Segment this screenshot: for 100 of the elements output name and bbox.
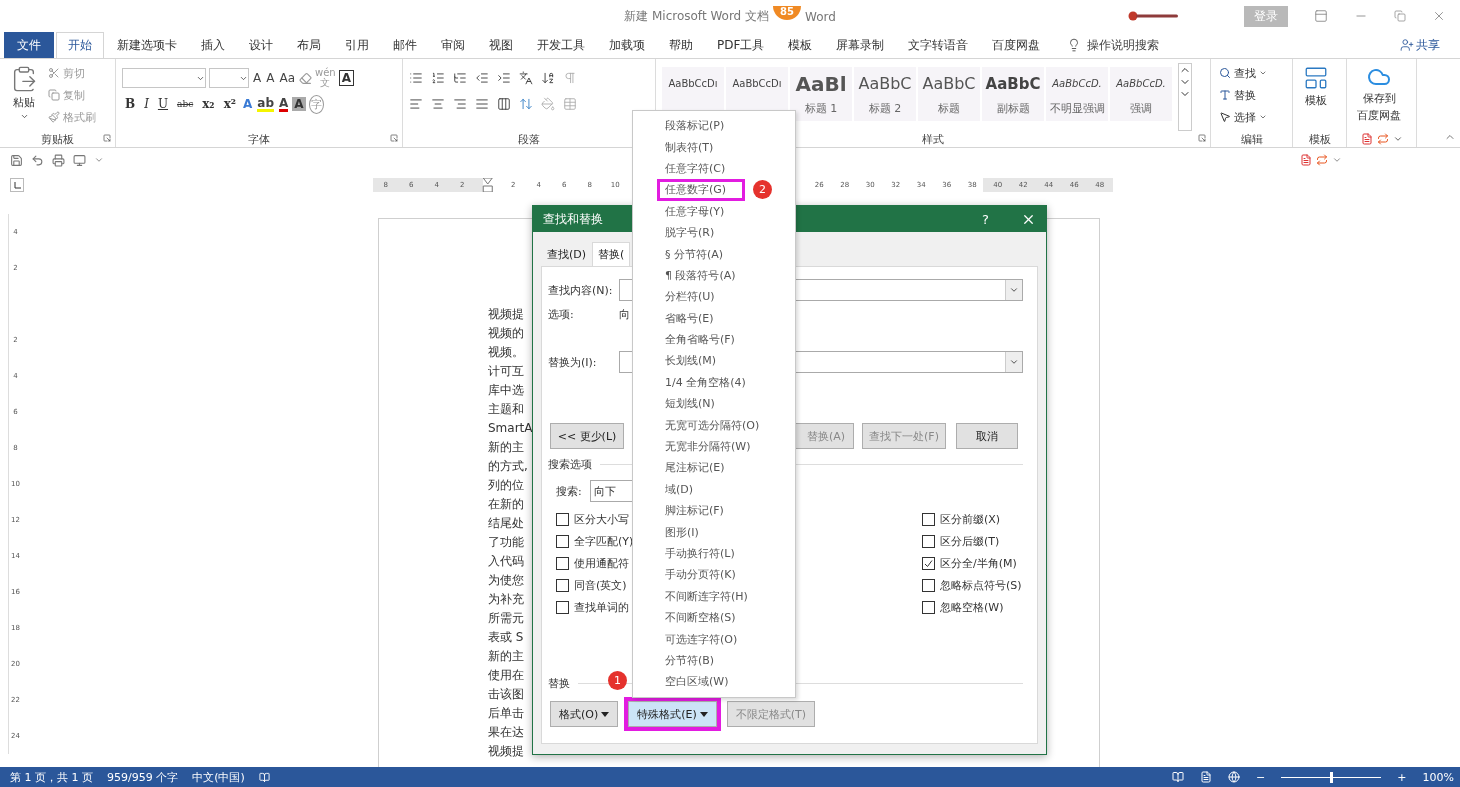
print-layout-icon[interactable] [1200, 771, 1213, 783]
align-center-icon[interactable] [431, 97, 445, 111]
menu-item[interactable]: 制表符(T) [633, 136, 795, 158]
menu-item[interactable]: 分节符(B) [633, 649, 795, 672]
show-marks-icon[interactable] [563, 71, 577, 85]
checkbox[interactable] [922, 512, 935, 526]
style-tile[interactable]: AaBbC 副标题 [982, 67, 1044, 121]
restore-icon[interactable] [1394, 10, 1406, 22]
dialog-tab[interactable]: 替换( [592, 242, 631, 266]
menu-item[interactable]: 手动分页符(K) [633, 564, 795, 586]
caret-icon[interactable] [1332, 155, 1342, 165]
menu-item[interactable]: ¶ 段落符号(A) [633, 264, 795, 287]
menu-item[interactable]: 脚注标记(F) [633, 500, 795, 522]
launcher-icon[interactable] [1198, 134, 1206, 142]
pdf-icon[interactable] [1360, 133, 1373, 145]
menu-item[interactable]: 手动换行符(L) [633, 542, 795, 565]
menu-item[interactable]: 1/4 全角空格(4) [633, 371, 795, 394]
file-tab[interactable]: 文件 [4, 32, 54, 58]
menu-item[interactable]: 不间断空格(S) [633, 607, 795, 629]
share-button[interactable]: 共享 [1394, 32, 1446, 58]
web-layout-icon[interactable] [1228, 771, 1241, 783]
menu-item[interactable]: 省略号(E) [633, 307, 795, 329]
bullets-icon[interactable] [409, 71, 423, 85]
dialog-button[interactable]: 格式(O) [550, 701, 619, 727]
align-left-icon[interactable] [409, 97, 423, 111]
menu-item[interactable]: 任意字符(C) [633, 157, 795, 180]
pdf-icon[interactable] [1300, 154, 1312, 166]
dialog-button[interactable]: << 更少(L) [550, 423, 624, 449]
launcher-icon[interactable] [103, 134, 111, 142]
checkbox[interactable] [556, 578, 569, 592]
close-icon[interactable] [1432, 9, 1446, 23]
font-size-button[interactable]: A [265, 70, 276, 86]
font-style-button[interactable]: x₂ [199, 96, 218, 112]
undo-icon[interactable] [31, 153, 44, 167]
align-right-icon[interactable] [453, 97, 467, 111]
font-style-button[interactable]: abc [174, 98, 197, 110]
customize-icon[interactable] [94, 155, 104, 165]
font-style-button[interactable]: B [122, 96, 139, 112]
save-to-cloud-button[interactable]: 保存到 百度网盘 [1353, 63, 1405, 131]
font-style-button[interactable]: I [141, 96, 152, 112]
font-name-field[interactable] [122, 68, 206, 88]
menu-item[interactable]: 图形(I) [633, 521, 795, 543]
character-border-button[interactable]: A [338, 70, 354, 86]
font-color-button[interactable]: A [278, 95, 290, 113]
font-size-field[interactable] [209, 68, 249, 88]
decrease-indent-icon[interactable] [475, 71, 489, 85]
distribute-icon[interactable] [497, 97, 511, 111]
increase-indent-icon[interactable] [497, 71, 511, 85]
style-tile[interactable]: AaBbC 标题 2 [854, 67, 916, 121]
menu-item[interactable]: § 分节符(A) [633, 243, 795, 265]
menu-item[interactable]: 短划线(N) [633, 393, 795, 415]
font-style-button[interactable]: x² [220, 96, 240, 112]
print-icon[interactable] [52, 153, 65, 167]
find-button[interactable]: 查找 [1217, 63, 1269, 83]
menu-item[interactable]: 尾注标记(E) [633, 457, 795, 479]
checkbox[interactable] [556, 512, 569, 526]
checkbox[interactable] [556, 556, 569, 570]
menu-item[interactable]: 空白区域(W) [633, 671, 795, 693]
checkbox[interactable] [556, 534, 569, 548]
tell-me-search[interactable]: 操作说明搜索 [1087, 36, 1160, 54]
menu-item[interactable]: 任意字母(Y) [633, 200, 795, 222]
template-button[interactable]: 模板 [1299, 63, 1333, 131]
checkbox[interactable] [922, 556, 935, 570]
style-tile[interactable]: AaBbCcD. 强调 [1110, 67, 1172, 121]
highlight-button[interactable]: ab [256, 95, 276, 113]
clear-format-icon[interactable] [299, 71, 312, 85]
numbering-icon[interactable] [431, 71, 445, 85]
line-spacing-icon[interactable] [519, 97, 533, 111]
ribbon-display-icon[interactable] [1314, 9, 1328, 23]
read-mode-icon[interactable] [73, 153, 86, 167]
change-case-button[interactable]: Aa [278, 70, 296, 86]
select-button[interactable]: 选择 [1217, 107, 1269, 127]
borders-icon[interactable] [563, 97, 577, 111]
checkbox[interactable] [922, 600, 935, 614]
zoom-in-button[interactable]: + [1397, 770, 1407, 784]
ribbon-tab[interactable]: 开始 [56, 32, 104, 58]
character-shading-button[interactable]: A [292, 97, 306, 111]
proofing-icon[interactable] [258, 771, 270, 783]
shading-icon[interactable] [541, 97, 555, 111]
zoom-out-button[interactable]: − [1256, 770, 1266, 784]
launcher-icon[interactable] [390, 134, 398, 142]
help-button[interactable]: ? [976, 210, 995, 228]
save-icon[interactable] [10, 153, 23, 167]
menu-item[interactable]: 不间断连字符(H) [633, 585, 795, 607]
sort-icon[interactable] [541, 71, 555, 85]
checkbox[interactable] [922, 578, 935, 592]
text-effects-button[interactable]: A [242, 96, 254, 112]
font-style-button[interactable]: U [154, 96, 172, 112]
font-size-button[interactable]: A [252, 70, 263, 86]
style-tile[interactable]: AaBbCcD. 不明显强调 [1046, 67, 1108, 121]
checkbox[interactable] [922, 534, 935, 548]
menu-item[interactable]: 任意数字(G) 2 [633, 179, 795, 201]
dialog-button[interactable]: 特殊格式(E) [628, 701, 717, 727]
menu-item[interactable]: 脱字号(R) [633, 221, 795, 244]
menu-item[interactable]: 长划线(M) [633, 350, 795, 372]
style-tile[interactable]: AaBl 标题 1 [790, 67, 852, 121]
read-mode-icon[interactable] [1172, 771, 1185, 783]
caret-icon[interactable] [1392, 134, 1403, 144]
asian-layout-icon[interactable] [519, 71, 533, 85]
replace-button[interactable]: 替换 [1217, 85, 1269, 105]
